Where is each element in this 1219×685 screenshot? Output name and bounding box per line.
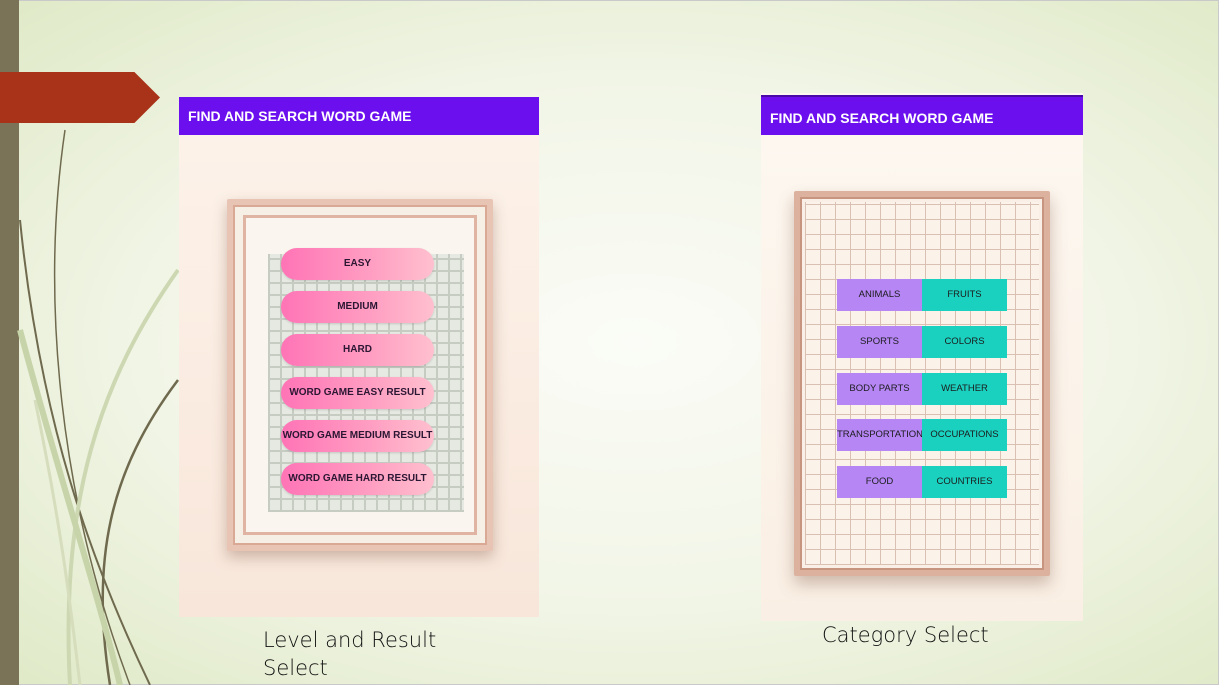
level-select-caption: Level and Result Select bbox=[263, 628, 437, 680]
medium-result-button[interactable]: WORD GAME MEDIUM RESULT bbox=[281, 420, 434, 452]
category-colors-button[interactable]: COLORS bbox=[922, 326, 1007, 358]
level-select-screenshot: FIND AND SEARCH WORD GAME EASY MEDIUM HA… bbox=[179, 97, 539, 617]
hard-button[interactable]: HARD bbox=[281, 334, 434, 366]
category-sports-button[interactable]: SPORTS bbox=[837, 326, 922, 358]
easy-result-button[interactable]: WORD GAME EASY RESULT bbox=[281, 377, 434, 409]
app-bar-title: FIND AND SEARCH WORD GAME bbox=[179, 97, 539, 135]
category-select-screenshot: FIND AND SEARCH WORD GAME ANIMALS FRUITS… bbox=[761, 93, 1083, 621]
category-select-caption: Category Select bbox=[822, 623, 989, 647]
decorative-curves bbox=[17, 129, 180, 685]
category-body-parts-button[interactable]: BODY PARTS bbox=[837, 373, 922, 405]
category-transportation-button[interactable]: TRANSPORTATION bbox=[837, 419, 922, 451]
category-fruits-button[interactable]: FRUITS bbox=[922, 279, 1007, 311]
app-bar-title: FIND AND SEARCH WORD GAME bbox=[761, 95, 1083, 135]
category-countries-button[interactable]: COUNTRIES bbox=[922, 466, 1007, 498]
category-weather-button[interactable]: WEATHER bbox=[922, 373, 1007, 405]
easy-button[interactable]: EASY bbox=[281, 248, 434, 280]
category-occupations-button[interactable]: OCCUPATIONS bbox=[922, 419, 1007, 451]
category-food-button[interactable]: FOOD bbox=[837, 466, 922, 498]
category-animals-button[interactable]: ANIMALS bbox=[837, 279, 922, 311]
medium-button[interactable]: MEDIUM bbox=[281, 291, 434, 323]
hard-result-button[interactable]: WORD GAME HARD RESULT bbox=[281, 463, 434, 495]
